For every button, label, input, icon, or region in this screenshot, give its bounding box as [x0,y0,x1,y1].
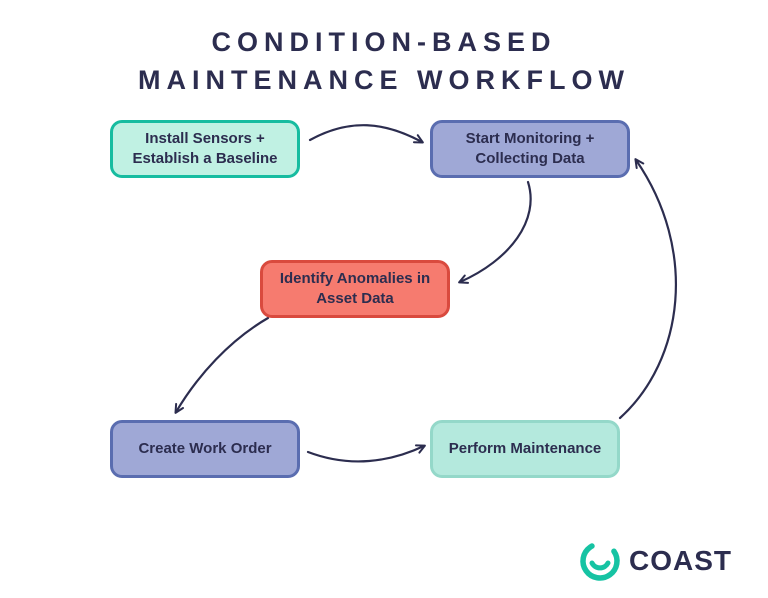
node-start-monitoring: Start Monitoring + Collecting Data [430,120,630,178]
node-label: Start Monitoring + Collecting Data [447,129,613,170]
node-label: Install Sensors + Establish a Baseline [127,129,283,170]
workflow-diagram: Install Sensors + Establish a Baseline S… [0,100,768,560]
node-create-work-order: Create Work Order [110,420,300,478]
node-install-sensors: Install Sensors + Establish a Baseline [110,120,300,178]
brand-logo: COAST [579,540,732,582]
node-label: Create Work Order [138,439,271,459]
node-label: Perform Maintenance [449,439,602,459]
diagram-title: CONDITION-BASED MAINTENANCE WORKFLOW [0,0,768,100]
coast-logo-icon [579,540,621,582]
brand-name: COAST [629,545,732,577]
title-line-2: MAINTENANCE WORKFLOW [138,65,630,95]
node-perform-maintenance: Perform Maintenance [430,420,620,478]
title-line-1: CONDITION-BASED [212,27,557,57]
node-identify-anomalies: Identify Anomalies in Asset Data [260,260,450,318]
node-label: Identify Anomalies in Asset Data [277,269,433,310]
